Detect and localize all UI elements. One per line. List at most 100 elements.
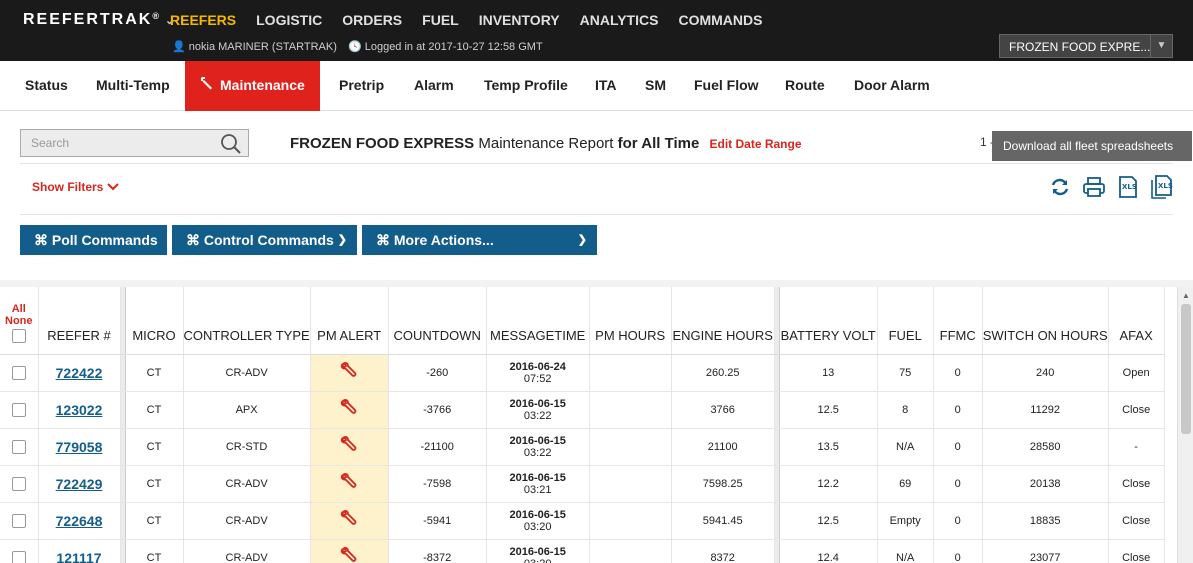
col-pm-hours[interactable]: PM HOURS <box>589 287 672 355</box>
col-ffmc[interactable]: FFMC <box>933 287 983 355</box>
tab-pretrip[interactable]: Pretrip <box>339 61 384 111</box>
app-logo[interactable]: REEFERTRAK® ⌄ <box>23 11 176 29</box>
row-checkbox[interactable] <box>11 402 26 417</box>
pm-hours-cell <box>589 391 672 429</box>
main-nav: REEFERS LOGISTIC ORDERS FUEL INVENTORY A… <box>170 12 782 28</box>
pm-alert-cell <box>310 539 389 563</box>
col-switch-on-hours[interactable]: SWITCH ON HOURS <box>982 287 1109 355</box>
poll-commands-button[interactable]: ⌘ Poll Commands <box>20 225 167 255</box>
col-battery-volt[interactable]: BATTERY VOLT <box>779 287 878 355</box>
wrench-icon[interactable] <box>340 547 358 563</box>
chevron-down-icon[interactable]: ▼ <box>1150 35 1172 57</box>
nav-fuel[interactable]: FUEL <box>422 12 459 28</box>
scrollbar-thumb[interactable] <box>1181 304 1191 434</box>
reefer-link[interactable]: 722429 <box>38 465 121 503</box>
col-controller-type[interactable]: CONTROLLER TYPE <box>183 287 311 355</box>
divider <box>20 163 1173 164</box>
chevron-down-icon <box>106 180 119 194</box>
col-micro[interactable]: MICRO <box>125 287 184 355</box>
message-time: 03:20 <box>487 558 589 563</box>
select-none-link[interactable]: None <box>0 315 38 327</box>
col-reefer[interactable]: REEFER # <box>38 287 121 355</box>
row-checkbox[interactable] <box>11 476 26 491</box>
reefer-link[interactable]: 123022 <box>38 391 121 429</box>
tab-sm[interactable]: SM <box>645 61 666 111</box>
fleet-select[interactable]: FROZEN FOOD EXPRE... ▼ <box>999 34 1173 58</box>
nav-orders[interactable]: ORDERS <box>342 12 402 28</box>
nav-inventory[interactable]: INVENTORY <box>479 12 560 28</box>
row-checkbox[interactable] <box>11 439 26 454</box>
row-checkbox[interactable] <box>11 513 26 528</box>
tab-alarm[interactable]: Alarm <box>414 61 454 111</box>
wrench-icon[interactable] <box>340 510 358 531</box>
tab-route[interactable]: Route <box>785 61 825 111</box>
reefer-link[interactable]: 722422 <box>38 354 121 392</box>
afax-cell: Close <box>1108 502 1165 540</box>
table-row[interactable]: 123022 CT APX -3766 2016-06-15 03:22 3766 12.5 8… <box>0 391 1165 429</box>
tab-door-alarm[interactable]: Door Alarm <box>854 61 930 111</box>
table-header: All None REEFER # MICRO CONTROLLER TYPE … <box>0 287 1165 355</box>
col-fuel[interactable]: FUEL <box>877 287 934 355</box>
vertical-scrollbar[interactable]: ▲ <box>1177 287 1193 563</box>
select-all-link[interactable]: All <box>0 303 38 315</box>
nav-analytics[interactable]: ANALYTICS <box>580 12 659 28</box>
message-date: 2016-06-15 <box>509 397 566 410</box>
reefer-link[interactable]: 722648 <box>38 502 121 540</box>
search-icon[interactable] <box>220 133 242 160</box>
fleet-select-value: FROZEN FOOD EXPRE... <box>1009 40 1151 54</box>
tab-status[interactable]: Status <box>25 61 68 111</box>
col-messagetime[interactable]: MESSAGETIME <box>486 287 590 355</box>
fuel-cell: 69 <box>877 465 934 503</box>
edit-date-range-link[interactable]: Edit Date Range <box>710 137 802 151</box>
table-row[interactable]: 121117CTCR-ADV-83722016-06-1503:20837212… <box>0 539 1165 563</box>
nav-logistic[interactable]: LOGISTIC <box>256 12 322 28</box>
user-name: nokia MARINER (STARTRAK) <box>188 41 337 53</box>
pm-hours-cell <box>589 354 672 392</box>
battery-volt-cell: 12.2 <box>779 465 878 503</box>
show-filters-toggle[interactable]: Show Filters <box>32 180 119 194</box>
refresh-icon[interactable] <box>1043 173 1077 201</box>
wrench-icon[interactable] <box>340 436 358 457</box>
engine-hours-cell: 3766 <box>671 391 775 429</box>
switch-on-hours-cell: 20138 <box>982 465 1109 503</box>
reefer-link[interactable]: 121117 <box>38 539 121 563</box>
select-all-header: All None <box>0 287 39 355</box>
table-row[interactable]: 722648 CT CR-ADV -5941 2016-06-15 03:20 5941.4… <box>0 502 1165 540</box>
search-input[interactable]: Search <box>20 129 249 157</box>
controller-type-cell: CR-STD <box>183 428 311 466</box>
wrench-icon[interactable] <box>340 362 358 383</box>
reefer-link[interactable]: 779058 <box>38 428 121 466</box>
print-icon[interactable] <box>1077 173 1111 201</box>
micro-cell: CT <box>125 465 184 503</box>
col-countdown[interactable]: COUNTDOWN <box>388 287 487 355</box>
tab-fuel-flow[interactable]: Fuel Flow <box>694 61 759 111</box>
more-actions-button[interactable]: ⌘ More Actions... ❯ <box>362 225 597 255</box>
battery-volt-cell: 12.4 <box>779 539 878 563</box>
wrench-icon[interactable] <box>340 473 358 494</box>
tab-maintenance[interactable]: Maintenance <box>185 61 320 111</box>
control-commands-button[interactable]: ⌘ Control Commands ❯ <box>172 225 357 255</box>
select-all-checkbox[interactable] <box>11 328 26 343</box>
xls-export-icon[interactable]: XLS <box>1111 173 1145 201</box>
tab-multi-temp[interactable]: Multi-Temp <box>96 61 170 111</box>
col-pm-alert[interactable]: PM ALERT <box>310 287 389 355</box>
nav-reefers[interactable]: REEFERS <box>170 12 236 28</box>
col-engine-hours[interactable]: ENGINE HOURS <box>671 287 775 355</box>
col-afax[interactable]: AFAX <box>1108 287 1165 355</box>
pm-alert-cell <box>310 502 389 540</box>
table-row[interactable]: 722422 CT CR-ADV -260 2016-06-24 07:52 260.25 1… <box>0 354 1165 392</box>
tab-temp-profile[interactable]: Temp Profile <box>484 61 568 111</box>
row-checkbox[interactable] <box>11 550 26 563</box>
afax-cell: Open <box>1108 354 1165 392</box>
switch-on-hours-cell: 23077 <box>982 539 1109 563</box>
tab-ita[interactable]: ITA <box>595 61 617 111</box>
scroll-up-icon[interactable]: ▲ <box>1182 291 1190 300</box>
nav-commands[interactable]: COMMANDS <box>678 12 762 28</box>
message-date: 2016-06-15 <box>509 545 566 558</box>
countdown-cell: -8372 <box>388 539 487 563</box>
table-row[interactable]: 722429 CT CR-ADV -7598 2016-06-15 03:21 7598.2… <box>0 465 1165 503</box>
table-row[interactable]: 779058 CT CR-STD -21100 2016-06-15 03:22 21100… <box>0 428 1165 466</box>
row-checkbox[interactable] <box>11 365 26 380</box>
wrench-icon[interactable] <box>340 399 358 420</box>
xls-export-all-icon[interactable]: XLS <box>1145 173 1179 201</box>
